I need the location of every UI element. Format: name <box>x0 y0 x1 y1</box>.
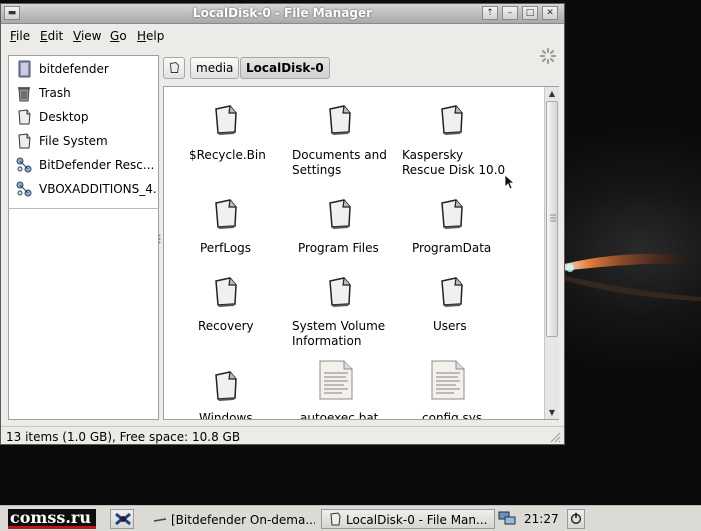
drive-folder-icon <box>441 277 463 307</box>
drive-folder-icon <box>215 277 237 307</box>
taskbar-item-bitdefender[interactable]: [Bitdefender On-dema... <box>146 509 316 529</box>
desktop-icon <box>18 109 31 125</box>
status-bar: 13 items (1.0 GB), Free space: 10.8 GB <box>1 426 564 445</box>
sidebar-places: bitdefender Trash Desktop File System Bi… <box>8 55 159 209</box>
power-icon <box>570 512 582 524</box>
scrollbar-thumb[interactable] <box>546 101 558 337</box>
drive-icon <box>330 512 341 526</box>
file-icon-view: $Recycle.Bin Documents and Settings Kasp… <box>163 86 559 420</box>
path-bar-toggle-button[interactable] <box>163 57 185 79</box>
menu-edit[interactable]: Edit <box>40 29 63 43</box>
menu-file[interactable]: File <box>10 29 30 43</box>
mouse-cursor-icon <box>504 174 516 190</box>
file-view-scrollbar[interactable]: ▲ ▼ <box>544 87 559 419</box>
drive-folder-icon <box>329 199 351 229</box>
comss-logo: comss.ru <box>8 508 96 529</box>
taskbar-item-file-manager[interactable]: LocalDisk-0 - File Man... <box>321 509 495 529</box>
drive-folder-icon <box>329 105 351 135</box>
sidebar-item-vboxadditions[interactable]: VBOXADDITIONS_4. <box>13 178 157 202</box>
drive-folder-icon <box>215 199 237 229</box>
sidebar-bookmarks-pane <box>8 208 159 420</box>
grip-icon <box>550 214 556 222</box>
user-home-icon <box>18 60 31 78</box>
resize-grip-icon[interactable] <box>549 431 561 443</box>
clock[interactable]: 21:27 <box>524 512 559 526</box>
network-drive-icon <box>16 181 32 197</box>
throbber-icon <box>540 48 556 64</box>
scroll-down-arrow-icon[interactable]: ▼ <box>545 406 559 419</box>
sidebar-item-bitdefender[interactable]: bitdefender <box>13 58 157 82</box>
drive-icon <box>18 133 31 149</box>
sidebar-item-bitdefender-rescue[interactable]: BitDefender Resc... <box>13 154 157 178</box>
drive-folder-icon <box>329 277 351 307</box>
network-status-icon[interactable] <box>498 510 516 526</box>
scroll-up-arrow-icon[interactable]: ▲ <box>545 87 559 100</box>
text-file-icon <box>431 360 465 400</box>
start-menu-button[interactable] <box>110 509 134 529</box>
wallpaper-light-streak <box>560 253 701 301</box>
minimize-button[interactable]: – <box>502 6 518 20</box>
status-text: 13 items (1.0 GB), Free space: 10.8 GB <box>6 430 241 444</box>
breadcrumb-media[interactable]: media <box>190 57 240 79</box>
menu-view[interactable]: View <box>73 29 101 43</box>
shade-button[interactable]: ⇡ <box>482 6 498 20</box>
logo-underline <box>8 526 96 529</box>
menu-go[interactable]: Go <box>110 29 127 43</box>
sidebar-item-file-system[interactable]: File System <box>13 130 157 154</box>
window-icon <box>153 518 167 522</box>
taskbar: comss.ru [Bitdefender On-dema... LocalDi… <box>0 505 701 531</box>
breadcrumb-localdisk[interactable]: LocalDisk-0 <box>240 57 330 79</box>
drive-folder-icon <box>441 105 463 135</box>
window-titlebar[interactable]: ▬ LocalDisk-0 - File Manager ⇡ – □ ✕ <box>1 4 564 24</box>
drive-folder-icon <box>441 199 463 229</box>
close-button[interactable]: ✕ <box>542 6 558 20</box>
menubar: File Edit View Go Help <box>1 24 564 64</box>
file-manager-window: ▬ LocalDisk-0 - File Manager ⇡ – □ ✕ Fil… <box>0 3 565 445</box>
window-title: LocalDisk-0 - File Manager <box>192 6 373 20</box>
sidebar-item-trash[interactable]: Trash <box>13 82 157 106</box>
xfce-mouse-icon <box>115 512 131 526</box>
network-drive-icon <box>16 157 32 173</box>
text-file-icon <box>319 360 353 400</box>
drive-icon <box>169 62 179 73</box>
maximize-button[interactable]: □ <box>522 6 538 20</box>
drive-folder-icon <box>215 105 237 135</box>
sidebar-item-desktop[interactable]: Desktop <box>13 106 157 130</box>
logout-button[interactable] <box>567 509 585 529</box>
drive-folder-icon <box>215 371 237 401</box>
menu-help[interactable]: Help <box>137 29 164 43</box>
trash-icon <box>18 87 30 102</box>
pane-splitter-handle[interactable] <box>158 234 161 244</box>
